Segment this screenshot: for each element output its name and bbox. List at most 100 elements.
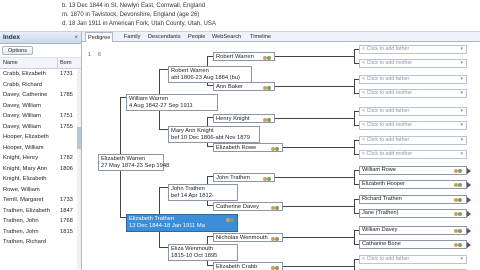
family-icon [454, 168, 463, 174]
person-gen5[interactable]: Elizabeth Hooper [359, 180, 471, 189]
index-row[interactable]: Knight, Mary Ann 1806 [0, 164, 81, 175]
index-row-name: Knight, Henry [3, 155, 39, 161]
person-gen4[interactable]: Catherine Davey [213, 202, 283, 211]
index-row[interactable]: Crabb, Elizabeth 1731 [0, 69, 81, 80]
person-dates: bef 10 Dec 1806-abt Nov 1879 [171, 135, 250, 141]
expand-arrow-icon[interactable] [467, 242, 471, 248]
person-gen4[interactable]: Elizabeth Crabb [213, 262, 283, 270]
add-parent-placeholder[interactable]: < Click to add father ▾ [359, 107, 467, 116]
death-line: d. 18 Jan 1911 in American Fork, Utah Co… [62, 21, 216, 27]
connector [159, 187, 168, 188]
family-icon [263, 55, 272, 61]
chevron-down-icon[interactable]: ▾ [460, 108, 463, 115]
person-gen5[interactable]: Richard Trathen [359, 195, 471, 204]
index-row-name: Davey, Catherine [3, 92, 48, 98]
col-name-header[interactable]: Name [0, 58, 58, 68]
chevron-down-icon[interactable]: ▾ [460, 90, 463, 97]
tab-family[interactable]: Family [122, 32, 142, 42]
index-row[interactable]: Trathen, Elizabeth 1847 [0, 206, 81, 217]
person-gen4[interactable]: Elizabeth Rowe [213, 143, 283, 152]
person-gen5[interactable]: Jane (Trathen) [359, 209, 471, 218]
index-row-born [58, 237, 78, 248]
expand-arrow-icon[interactable] [467, 211, 471, 217]
person-gen4[interactable]: Henry Knight [213, 114, 275, 123]
index-row[interactable]: Terrill, Margaret 1733 [0, 195, 81, 206]
index-row[interactable]: Rowe, William [0, 185, 81, 196]
add-parent-placeholder[interactable]: < Click to add father ▾ [359, 136, 467, 145]
person-paternal-grandmother[interactable]: Mary Ann Knight bef 10 Dec 1806-abt Nov … [168, 126, 260, 143]
index-row-born: 1751 [60, 113, 73, 119]
tab-descendants[interactable]: Descendants [146, 32, 183, 42]
person-name: John Trathen [171, 186, 205, 192]
add-parent-placeholder[interactable]: < Click to add father ▾ [359, 75, 467, 84]
add-parent-placeholder[interactable]: < Click to add mother ▾ [359, 150, 467, 159]
chevron-down-icon[interactable]: ▾ [460, 151, 463, 158]
index-scrollbar[interactable] [77, 69, 81, 269]
connector [275, 118, 354, 119]
person-gen4[interactable]: Nicholas Wenmouth [213, 233, 283, 242]
expand-arrow-icon[interactable] [467, 168, 471, 174]
chevron-down-icon[interactable]: ▾ [460, 137, 463, 144]
connector [354, 170, 355, 184]
chevron-down-icon[interactable]: ▾ [460, 60, 463, 67]
index-row[interactable]: Trathen, John 1815 [0, 227, 81, 238]
index-row[interactable]: Knight, Elizabeth [0, 174, 81, 185]
family-icon [263, 85, 272, 91]
index-row[interactable]: Davey, William 1755 [0, 122, 81, 133]
close-icon[interactable]: × [74, 32, 78, 44]
person-gen4[interactable]: Ann Baker [213, 82, 275, 91]
expand-arrow-icon[interactable] [467, 228, 471, 234]
person-gen5[interactable]: William Davey [359, 226, 471, 235]
index-row[interactable]: Davey, William 1751 [0, 111, 81, 122]
index-row-name: Trathen, Richard [3, 239, 46, 245]
index-row-born: 1755 [60, 123, 73, 130]
person-maternal-grandfather[interactable]: John Trathen bef 14 Apr 1812- [168, 184, 238, 201]
index-row-name: Knight, Elizabeth [3, 176, 47, 182]
person-name: < Click to add mother [362, 60, 413, 66]
person-gen5[interactable]: William Rowe [359, 166, 471, 175]
person-father[interactable]: William Warren 4 Aug 1842-27 Sep 1911 [126, 94, 218, 111]
index-row-born [58, 101, 78, 112]
col-born-header[interactable]: Born [58, 58, 78, 68]
index-row[interactable]: Crabb, Richard [0, 80, 81, 91]
tab-people[interactable]: People [186, 32, 207, 42]
index-row-name: Knight, Mary Ann [3, 165, 48, 172]
index-row[interactable]: Davey, Catherine 1785 [0, 90, 81, 101]
person-gen5[interactable]: Catharine Bone [359, 240, 471, 249]
expand-arrow-icon[interactable] [467, 197, 471, 203]
index-row[interactable]: Davey, William [0, 101, 81, 112]
family-icon [454, 242, 463, 248]
index-row[interactable]: Knight, Henry 1782 [0, 153, 81, 164]
index-row[interactable]: Hooper, Elizabeth [0, 132, 81, 143]
index-row[interactable]: Hooper, William [0, 143, 81, 154]
person-root[interactable]: Elizabeth Warren 27 May 1874-23 Sep 1948 [98, 154, 169, 171]
chevron-down-icon[interactable]: ▾ [460, 122, 463, 129]
add-parent-placeholder[interactable]: < Click to add mother ▾ [359, 121, 467, 130]
add-parent-placeholder[interactable]: < Click to add mother ▾ [359, 89, 467, 98]
connector [159, 247, 168, 248]
generation-start[interactable]: 1 [88, 52, 91, 58]
chevron-down-icon[interactable]: ▾ [460, 256, 463, 263]
expand-arrow-icon[interactable] [467, 182, 471, 188]
options-button[interactable]: Options [2, 46, 33, 55]
person-paternal-grandfather[interactable]: Robert Warren abt 1806-23 Aug 1884 (bu) [168, 66, 252, 83]
person-maternal-grandmother[interactable]: Eliza Wenmouth 1815-10 Oct 1895 [168, 244, 238, 261]
index-row[interactable]: Trathen, John 1768 [0, 216, 81, 227]
chevron-down-icon[interactable]: ▾ [460, 76, 463, 83]
chevron-down-icon[interactable]: ▾ [460, 46, 463, 53]
person-gen4[interactable]: John Trathen [213, 173, 275, 182]
generation-count[interactable]: 6 [98, 52, 101, 58]
family-icon [454, 182, 463, 188]
add-parent-placeholder[interactable]: < Click to add father ▾ [359, 255, 467, 264]
scrollbar-thumb[interactable] [77, 127, 81, 149]
add-parent-placeholder[interactable]: < Click to add mother ▾ [359, 59, 467, 68]
person-name: < Click to add mother [362, 90, 413, 96]
tab-websearch[interactable]: WebSearch [210, 32, 243, 42]
tab-timeline[interactable]: Timeline [248, 32, 273, 42]
person-mother-selected[interactable]: Elizabeth Trathen 13 Dec 1844-18 Jan 191… [126, 214, 238, 232]
index-row-name: Crabb, Richard [3, 81, 42, 88]
index-row[interactable]: Trathen, Richard [0, 237, 81, 248]
person-gen4[interactable]: Robert Warren [213, 52, 275, 61]
add-parent-placeholder[interactable]: < Click to add father ▾ [359, 45, 467, 54]
connector [283, 206, 354, 207]
